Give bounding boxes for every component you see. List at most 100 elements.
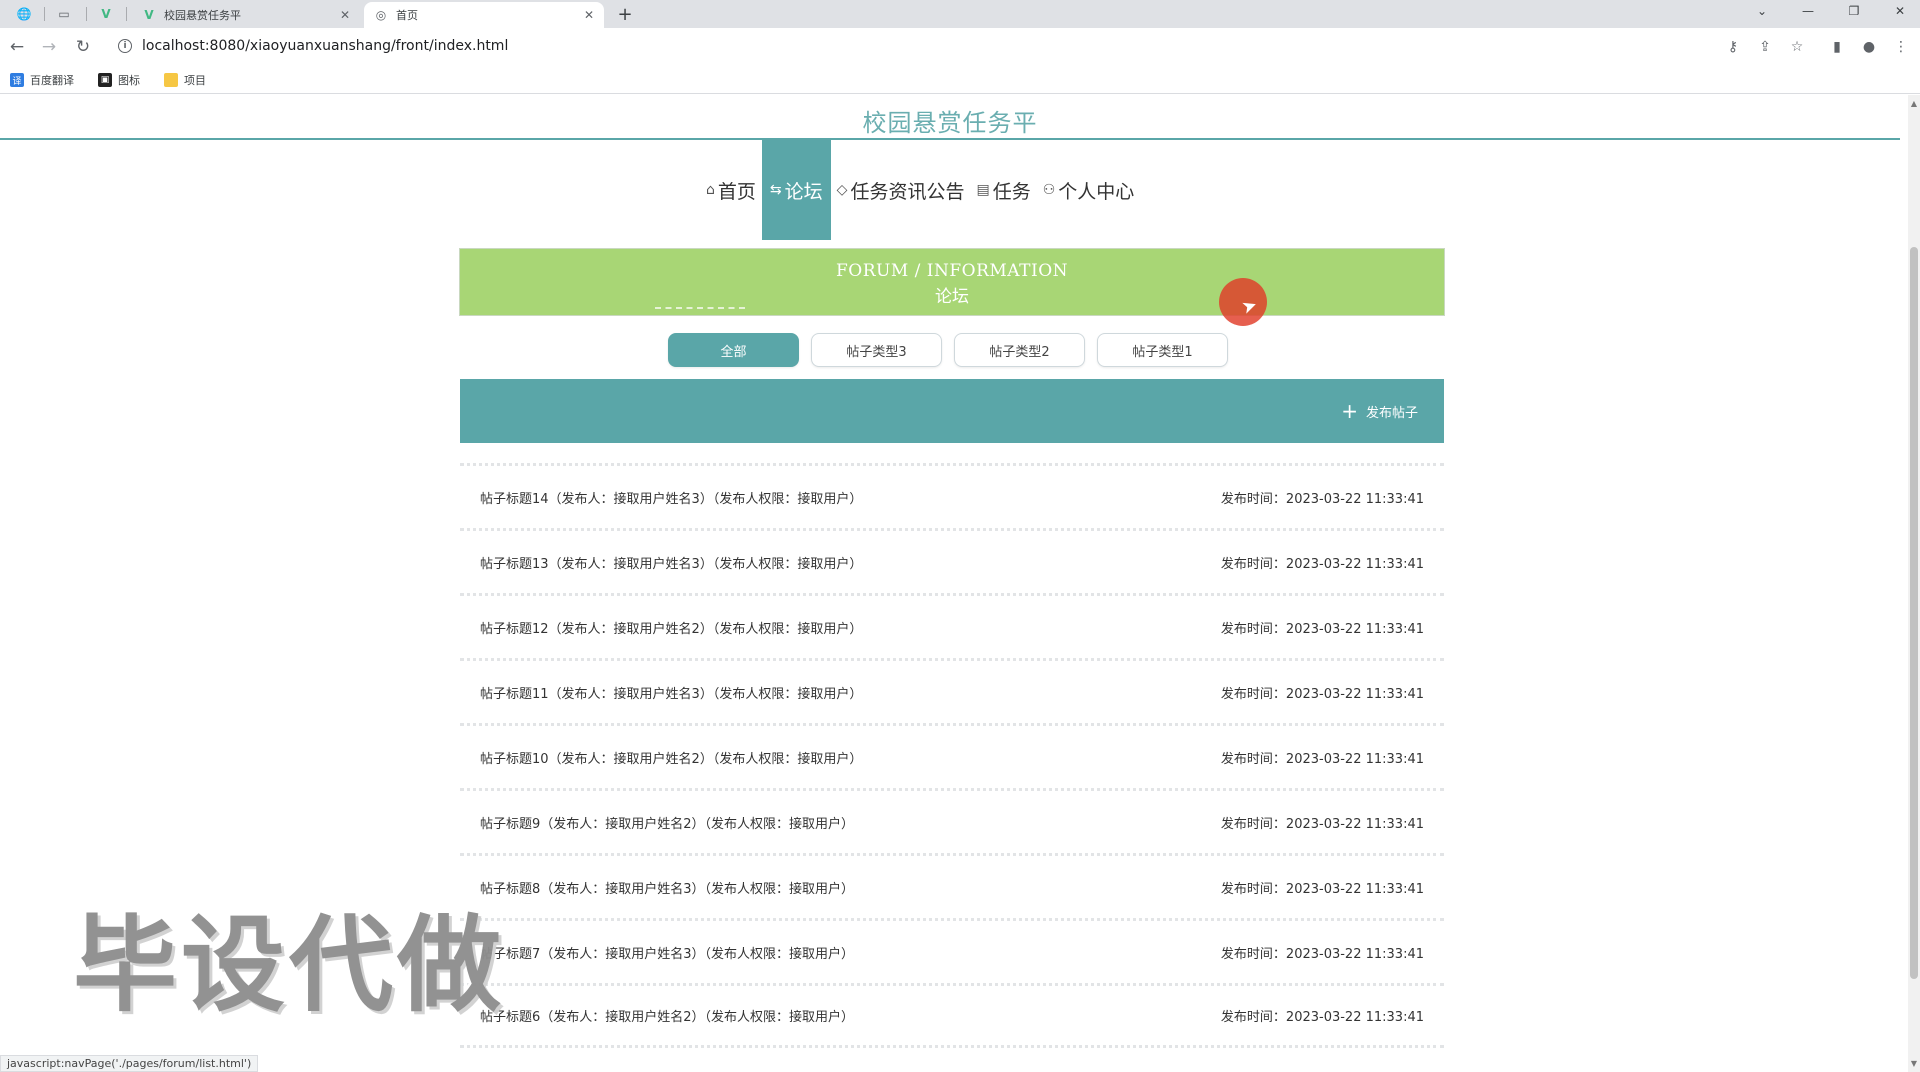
tab-divider xyxy=(86,7,87,21)
browser-toolbar: ← → ↻ i localhost:8080/xiaoyuanxuanshang… xyxy=(0,28,1920,66)
bookmark-project[interactable]: 项目 xyxy=(164,71,206,89)
close-icon[interactable]: ✕ xyxy=(584,8,594,22)
post-time: 发布时间：2023-03-22 11:33:41 xyxy=(1220,491,1424,507)
filter-type-2[interactable]: 帖子类型2 xyxy=(954,333,1085,367)
globe-icon[interactable]: 🌐 xyxy=(10,3,38,25)
post-row[interactable]: 帖子标题9（发布人：接取用户姓名2）（发布人权限：接取用户） 发布时间：2023… xyxy=(460,788,1444,853)
close-icon[interactable]: ✕ xyxy=(340,8,350,22)
post-title[interactable]: 帖子标题9（发布人：接取用户姓名2）（发布人权限：接取用户） xyxy=(480,813,854,832)
folder-icon xyxy=(164,73,178,87)
tab-divider xyxy=(126,7,127,21)
scroll-down-icon[interactable]: ▼ xyxy=(1908,1057,1920,1069)
vue-icon: V xyxy=(144,8,154,22)
address-bar[interactable]: i localhost:8080/xiaoyuanxuanshang/front… xyxy=(108,32,1716,60)
post-title[interactable]: 帖子标题12（发布人：接取用户姓名2）（发布人权限：接取用户） xyxy=(480,618,862,637)
image-icon: ▣ xyxy=(98,73,112,87)
tab-search-icon[interactable]: ⌄ xyxy=(1740,0,1784,22)
main-nav: ⌂ 首页 ⇆ 论坛 ◇ 任务资讯公告 ▤ 任务 ⚇ 个人中心 xyxy=(700,140,1140,240)
nav-item-announcements[interactable]: ◇ 任务资讯公告 xyxy=(831,140,971,240)
nav-item-home[interactable]: ⌂ 首页 xyxy=(700,140,762,240)
nav-label: 首页 xyxy=(717,180,756,203)
nav-label: 个人中心 xyxy=(1058,180,1135,203)
tab-title: 首页 xyxy=(396,9,418,22)
tab-title: 校园悬赏任务平 xyxy=(164,9,241,22)
info-icon[interactable]: i xyxy=(118,39,132,53)
scrollbar-thumb[interactable] xyxy=(1910,247,1918,979)
close-window-button[interactable]: ✕ xyxy=(1878,0,1920,22)
plus-icon: + xyxy=(1341,399,1358,423)
globe-icon: ◎ xyxy=(375,8,387,22)
scroll-up-icon[interactable]: ▲ xyxy=(1908,97,1920,109)
url-text: localhost:8080/xiaoyuanxuanshang/front/i… xyxy=(142,38,509,54)
banner-decoration xyxy=(655,307,745,309)
browser-tab-strip: 🌐 ▭ V V 校园悬赏任务平 ✕ ◎ 首页 ✕ + ⌄ — ❐ ✕ xyxy=(0,0,1920,28)
post-title[interactable]: 帖子标题14（发布人：接取用户姓名3）（发布人权限：接取用户） xyxy=(480,488,862,507)
post-row[interactable]: 帖子标题7（发布人：接取用户姓名3）（发布人权限：接取用户） 发布时间：2023… xyxy=(460,918,1444,983)
vue-icon[interactable]: V xyxy=(92,3,120,25)
bookmark-baidu-translate[interactable]: 译 百度翻译 xyxy=(10,71,74,89)
post-title[interactable]: 帖子标题7（发布人：接取用户姓名3）（发布人权限：接取用户） xyxy=(480,943,854,962)
user-icon: ⚇ xyxy=(1042,182,1056,198)
post-title[interactable]: 帖子标题8（发布人：接取用户姓名3）（发布人权限：接取用户） xyxy=(480,878,854,897)
post-time: 发布时间：2023-03-22 11:33:41 xyxy=(1220,816,1424,832)
banner-title-en: FORUM / INFORMATION xyxy=(835,261,1069,281)
post-title[interactable]: 帖子标题6（发布人：接取用户姓名2）（发布人权限：接取用户） xyxy=(480,1006,854,1025)
key-icon[interactable]: ⚷ xyxy=(1722,36,1744,58)
translate-icon: 译 xyxy=(10,73,24,87)
nav-label: 论坛 xyxy=(784,180,823,203)
filter-all[interactable]: 全部 xyxy=(668,333,799,367)
filter-type-1[interactable]: 帖子类型1 xyxy=(1097,333,1228,367)
nav-label: 任务 xyxy=(992,180,1031,203)
new-tab-button[interactable]: + xyxy=(614,3,636,25)
site-title: 校园悬赏任务平 xyxy=(862,109,1038,137)
restore-button[interactable]: ❐ xyxy=(1832,0,1876,22)
forum-banner: FORUM / INFORMATION 论坛 xyxy=(459,248,1445,316)
post-row[interactable]: 帖子标题13（发布人：接取用户姓名3）（发布人权限：接取用户） 发布时间：202… xyxy=(460,528,1444,593)
home-icon: ⌂ xyxy=(706,182,715,198)
post-time: 发布时间：2023-03-22 11:33:41 xyxy=(1220,881,1424,897)
post-row[interactable]: 帖子标题10（发布人：接取用户姓名2）（发布人权限：接取用户） 发布时间：202… xyxy=(460,723,1444,788)
post-row[interactable]: 帖子标题6（发布人：接取用户姓名2）（发布人权限：接取用户） 发布时间：2023… xyxy=(460,983,1444,1048)
minimize-button[interactable]: — xyxy=(1786,0,1830,22)
tag-icon: ◇ xyxy=(836,182,848,198)
filter-type-3[interactable]: 帖子类型3 xyxy=(811,333,942,367)
forum-action-bar: + 发布帖子 xyxy=(460,379,1444,443)
watermark: 毕设代做 xyxy=(73,904,506,1026)
status-bar: javascript:navPage('./pages/forum/list.h… xyxy=(0,1055,259,1072)
bookmark-label: 百度翻译 xyxy=(30,74,74,87)
post-row[interactable]: 帖子标题12（发布人：接取用户姓名2）（发布人权限：接取用户） 发布时间：202… xyxy=(460,593,1444,658)
tab-vue-app[interactable]: V 校园悬赏任务平 ✕ xyxy=(132,2,360,28)
bookmark-label: 图标 xyxy=(118,74,140,87)
publish-post-button[interactable]: + 发布帖子 xyxy=(1341,401,1418,421)
forward-icon[interactable]: → xyxy=(38,36,60,58)
reload-icon[interactable]: ↻ xyxy=(72,36,94,58)
post-list: 帖子标题14（发布人：接取用户姓名3）（发布人权限：接取用户） 发布时间：202… xyxy=(460,463,1444,1048)
nav-item-profile[interactable]: ⚇ 个人中心 xyxy=(1037,140,1141,240)
back-icon[interactable]: ← xyxy=(6,36,28,58)
post-time: 发布时间：2023-03-22 11:33:41 xyxy=(1220,1010,1424,1025)
post-row[interactable]: 帖子标题8（发布人：接取用户姓名3）（发布人权限：接取用户） 发布时间：2023… xyxy=(460,853,1444,918)
post-title[interactable]: 帖子标题13（发布人：接取用户姓名3）（发布人权限：接取用户） xyxy=(480,553,862,572)
page-scrollbar[interactable]: ▲ ▼ xyxy=(1908,95,1920,1072)
tab-divider xyxy=(44,7,45,21)
publish-label: 发布帖子 xyxy=(1365,405,1418,421)
post-title[interactable]: 帖子标题10（发布人：接取用户姓名2）（发布人权限：接取用户） xyxy=(480,748,862,767)
post-title[interactable]: 帖子标题11（发布人：接取用户姓名3）（发布人权限：接取用户） xyxy=(480,683,862,702)
star-icon[interactable]: ☆ xyxy=(1786,36,1808,58)
post-time: 发布时间：2023-03-22 11:33:41 xyxy=(1220,556,1424,572)
nav-item-forum[interactable]: ⇆ 论坛 xyxy=(761,140,831,240)
post-row[interactable]: 帖子标题11（发布人：接取用户姓名3）（发布人权限：接取用户） 发布时间：202… xyxy=(460,658,1444,723)
banner-title-cn: 论坛 xyxy=(935,287,969,307)
post-row[interactable]: 帖子标题14（发布人：接取用户姓名3）（发布人权限：接取用户） 发布时间：202… xyxy=(460,463,1444,528)
share-icon[interactable]: ⇪ xyxy=(1754,36,1776,58)
list-icon: ▤ xyxy=(976,182,990,198)
side-panel-icon[interactable]: ▮ xyxy=(1826,36,1848,58)
tab-home[interactable]: ◎ 首页 ✕ xyxy=(364,2,604,28)
menu-icon[interactable]: ⋮ xyxy=(1890,36,1912,58)
profile-icon[interactable]: ● xyxy=(1858,36,1880,58)
forum-icon: ⇆ xyxy=(769,182,782,198)
nav-item-tasks[interactable]: ▤ 任务 xyxy=(970,140,1036,240)
bookmark-icons[interactable]: ▣ 图标 xyxy=(98,71,140,89)
blank-page-icon[interactable]: ▭ xyxy=(50,3,78,25)
post-time: 发布时间：2023-03-22 11:33:41 xyxy=(1220,686,1424,702)
